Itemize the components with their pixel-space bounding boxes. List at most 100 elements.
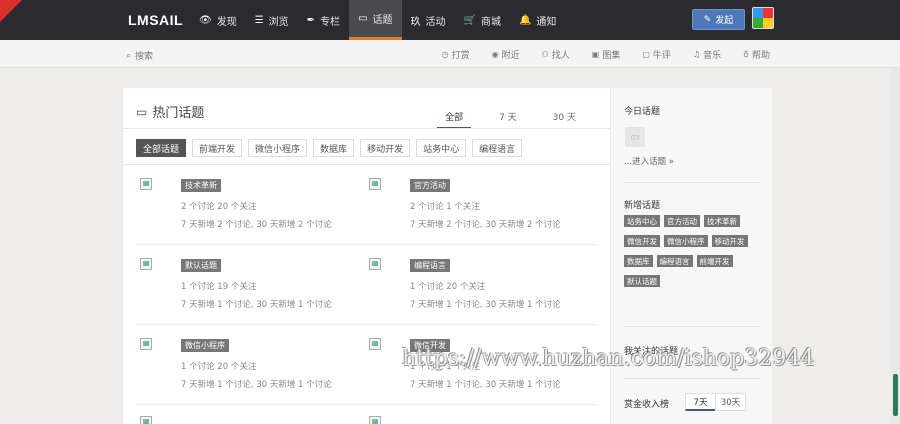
topic-thumbnail[interactable]: [140, 258, 152, 270]
new-topic-tag[interactable]: 技术革新: [704, 215, 740, 227]
subnav-item-reward[interactable]: ◷ 打赏: [442, 48, 470, 61]
pin-icon: ♁: [743, 49, 749, 59]
nav-item-store[interactable]: 🛒 商城: [455, 0, 510, 40]
pen-icon: ✒: [306, 14, 316, 26]
scrollbar[interactable]: [891, 68, 900, 424]
cart-icon: 🛒: [463, 14, 476, 26]
tag-miniprogram[interactable]: 微信小程序: [248, 139, 308, 157]
page-title: ▭ 热门话题: [136, 104, 205, 122]
topic-thumbnail[interactable]: [369, 178, 381, 190]
users-icon: ⚇: [541, 49, 549, 59]
nav-item-column[interactable]: ✒ 专栏: [298, 0, 349, 40]
tag-programming[interactable]: 编程语言: [472, 139, 523, 157]
topic-growth: 7 天新增 1 个讨论, 30 天新增 1 个讨论: [181, 380, 332, 390]
today-topics-title: 今日话题: [624, 107, 661, 117]
headphones-icon: ♫: [692, 49, 701, 59]
category-tags: 全部话题 前端开发 微信小程序 数据库 移动开发 站务中心 编程语言: [136, 139, 528, 157]
activity-icon: 玖: [410, 16, 421, 28]
new-topic-tag[interactable]: 编程语言: [656, 255, 693, 267]
topic-thumbnail[interactable]: [369, 338, 381, 350]
tab-30-days[interactable]: 30 天: [545, 110, 584, 129]
topic-stats: 2 个讨论 20 个关注: [181, 202, 257, 212]
clock-icon: ◷: [441, 49, 449, 59]
top-navbar: LMSAIL 👁 发现 ☰ 浏览 ✒ 专栏 ▭ 话题 玖活动 🛒 商城 🔔 通知 ✎ 发起: [0, 0, 900, 40]
image-icon: ▣: [591, 49, 600, 59]
nav-item-activity[interactable]: 玖活动: [402, 0, 455, 40]
tag-frontend[interactable]: 前端开发: [192, 139, 243, 157]
subnav-item-reviews[interactable]: ▢ 牛评: [642, 48, 671, 61]
new-topic-tag[interactable]: 官方活动: [664, 215, 700, 227]
topic-thumbnail[interactable]: [140, 338, 152, 350]
tag-database[interactable]: 数据库: [313, 139, 355, 157]
search-icon: ⌕: [126, 50, 132, 61]
topic-growth: 7 天新增 2 个讨论, 30 天新增 2 个讨论: [181, 220, 332, 230]
nav-item-discover[interactable]: 👁 发现: [190, 0, 246, 40]
tab-30-days[interactable]: 30天: [715, 393, 746, 411]
subnav-item-people[interactable]: ⚇ 找人: [542, 48, 570, 61]
divider: [624, 182, 760, 183]
comment-icon: ▢: [642, 49, 650, 59]
tab-all[interactable]: 全部: [437, 110, 472, 129]
topic-stats: 2 个讨论 1 个关注: [410, 202, 480, 212]
divider: [624, 378, 760, 379]
tag-all[interactable]: 全部话题: [136, 139, 187, 157]
eye-icon: 👁: [199, 14, 212, 26]
corner-ribbon: [0, 0, 22, 22]
nav-item-topics[interactable]: ▭ 话题: [349, 0, 402, 40]
new-topic-tag[interactable]: 前端开发: [696, 255, 733, 267]
tag-site-center[interactable]: 站务中心: [416, 139, 467, 157]
topic-thumbnail[interactable]: [369, 416, 381, 424]
new-topic-tag[interactable]: 数据库: [624, 255, 653, 267]
topic-label[interactable]: 微信小程序: [181, 339, 229, 352]
site-logo[interactable]: LMSAIL: [128, 12, 183, 28]
tab-7-days[interactable]: 7 天: [491, 110, 525, 129]
subnav-item-help[interactable]: ♁ 帮助: [743, 48, 770, 61]
topic-stats: 1 个讨论 20 个关注: [181, 362, 257, 372]
topic-thumbnail[interactable]: [140, 178, 152, 190]
avatar[interactable]: [752, 7, 774, 29]
new-topic-tag[interactable]: 微信小程序: [664, 235, 708, 247]
subnav-item-nearby[interactable]: ◉ 附近: [492, 48, 520, 61]
topic-label[interactable]: 技术革新: [181, 179, 221, 192]
search-input[interactable]: ⌕ 搜索: [126, 49, 153, 63]
topic-label[interactable]: 编程语言: [410, 259, 450, 272]
main-nav: 👁 发现 ☰ 浏览 ✒ 专栏 ▭ 话题 玖活动 🛒 商城 🔔 通知: [190, 0, 565, 40]
new-topics-title: 新增话题: [624, 201, 661, 211]
tab-7-days[interactable]: 7天: [685, 393, 716, 411]
new-topic-tag[interactable]: 微信开发: [624, 235, 660, 247]
edit-icon: ✎: [703, 14, 712, 25]
nav-item-browse[interactable]: ☰ 浏览: [246, 0, 298, 40]
divider: [123, 128, 610, 129]
divider: [136, 404, 596, 405]
sub-nav: ◷ 打赏 ◉ 附近 ⚇ 找人 ▣ 图集 ▢ 牛评 ♫ 音乐 ♁ 帮助: [420, 40, 770, 68]
topic-thumbnail[interactable]: [140, 416, 152, 424]
topic-icon[interactable]: ▭: [625, 127, 645, 147]
nav-item-notify[interactable]: 🔔 通知: [510, 0, 565, 40]
divider: [136, 244, 596, 245]
new-topic-tag[interactable]: 移动开发: [711, 235, 748, 247]
topic-growth: 7 天新增 1 个讨论, 30 天新增 1 个讨论: [181, 300, 332, 310]
topic-thumbnail[interactable]: [369, 258, 381, 270]
subnav-item-music[interactable]: ♫ 音乐: [693, 48, 721, 61]
topic-stats: 1 个讨论 19 个关注: [181, 282, 257, 292]
new-topic-tag[interactable]: 默认话题: [624, 275, 660, 287]
reward-tabs: 7天 30天: [685, 393, 746, 411]
topic-label[interactable]: 官方活动: [410, 179, 450, 192]
tag-mobile[interactable]: 移动开发: [360, 139, 411, 157]
new-topic-tag[interactable]: 站务中心: [624, 215, 660, 227]
scroll-thumb[interactable]: [893, 374, 898, 416]
sidebar: 今日话题 ▭ ...进入话题 » 新增话题 站务中心 官方活动 技术革新 微信开…: [610, 88, 772, 424]
reward-ranking-title: 赏金收入榜: [624, 400, 670, 410]
topic-item-partial: [140, 416, 370, 424]
topic-growth: 7 天新增 1 个讨论, 30 天新增 1 个讨论: [410, 300, 561, 310]
list-icon: ☰: [254, 14, 264, 26]
topic-label[interactable]: 默认话题: [181, 259, 221, 272]
enter-topics-link[interactable]: ...进入话题 »: [624, 155, 674, 167]
subnav-item-gallery[interactable]: ▣ 图集: [592, 48, 621, 61]
topic-item-partial: [369, 416, 599, 424]
sub-navbar: ⌕ 搜索 ◷ 打赏 ◉ 附近 ⚇ 找人 ▣ 图集 ▢ 牛评 ♫ 音乐 ♁ 帮助: [0, 40, 900, 68]
bell-icon: 🔔: [518, 14, 532, 26]
new-topic-tags: 站务中心 官方活动 技术革新 微信开发 微信小程序 移动开发 数据库 编程语言 …: [624, 215, 764, 295]
publish-button[interactable]: ✎ 发起: [692, 9, 745, 30]
chat-icon: ▭: [136, 104, 148, 119]
